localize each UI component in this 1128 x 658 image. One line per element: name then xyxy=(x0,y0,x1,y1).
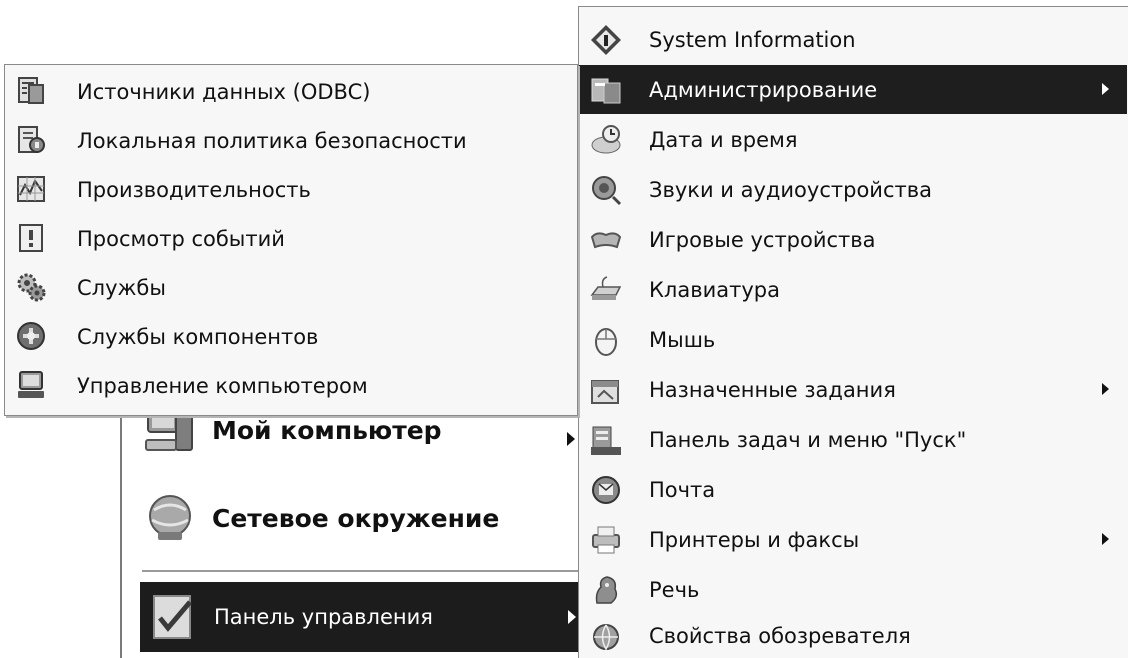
menu-item-services[interactable]: Службы xyxy=(5,263,575,312)
odbc-data-sources-icon xyxy=(18,77,44,104)
menu-item-label: Службы компонентов xyxy=(77,324,319,349)
menu-item-computer-management[interactable]: Управление компьютером xyxy=(5,361,575,410)
menu-item-event-viewer[interactable]: Просмотр событий xyxy=(5,214,575,263)
administration-icon xyxy=(591,78,621,104)
chevron-right-icon xyxy=(568,610,576,624)
menu-item-internet-options[interactable]: Свойства обозревателя xyxy=(579,611,1127,658)
start-menu-item-label: Мой компьютер xyxy=(212,415,442,445)
menu-item-odbc-data-sources[interactable]: Источники данных (ODBC) xyxy=(5,67,575,116)
control-panel-icon xyxy=(153,595,192,639)
menu-item-component-services[interactable]: Службы компонентов xyxy=(5,312,575,361)
control-panel-menu: System Information Администрирование Дат… xyxy=(578,6,1128,658)
keyboard-icon xyxy=(590,276,622,300)
menu-item-local-security-policy[interactable]: Локальная политика безопасности xyxy=(5,116,575,165)
menu-item-label: Администрирование xyxy=(649,77,878,102)
start-menu: Мой компьютер Сетевое окружение Панель у… xyxy=(120,380,642,658)
menu-item-label: Почта xyxy=(649,477,716,502)
chevron-right-icon xyxy=(567,432,575,446)
system-information-icon xyxy=(591,25,621,55)
network-places-icon xyxy=(149,495,191,540)
game-controllers-icon xyxy=(590,232,622,249)
chevron-right-icon xyxy=(1102,83,1109,95)
start-menu-item-label: Сетевое окружение xyxy=(212,503,500,533)
menu-item-printers-faxes[interactable]: Принтеры и факсы xyxy=(579,515,1127,564)
menu-item-label: Мышь xyxy=(649,327,716,352)
menu-item-performance[interactable]: Производительность xyxy=(5,165,575,214)
menu-item-game-controllers[interactable]: Игровые устройства xyxy=(579,215,1127,264)
menu-item-mail[interactable]: Почта xyxy=(579,465,1127,514)
menu-item-system-information[interactable]: System Information xyxy=(579,15,1127,64)
menu-item-sounds[interactable]: Звуки и аудиоустройства xyxy=(579,165,1127,214)
menu-item-label: Службы xyxy=(77,275,166,300)
start-menu-item-control-panel[interactable]: Панель управления xyxy=(140,582,580,652)
mail-icon xyxy=(592,476,620,504)
local-security-policy-icon xyxy=(18,126,45,153)
chevron-right-icon xyxy=(1102,383,1109,395)
start-menu-item-label: Панель управления xyxy=(214,605,433,629)
screen: Мой компьютер Сетевое окружение Панель у… xyxy=(0,0,1128,658)
divider xyxy=(142,570,582,572)
menu-item-label: Источники данных (ODBC) xyxy=(77,79,371,104)
performance-icon xyxy=(17,176,45,202)
menu-item-scheduled-tasks[interactable]: Назначенные задания xyxy=(579,365,1127,414)
menu-item-label: Локальная политика безопасности xyxy=(77,128,467,153)
taskbar-start-menu-icon xyxy=(591,426,621,455)
menu-item-label: Производительность xyxy=(77,177,311,202)
sounds-icon xyxy=(592,176,622,206)
menu-item-label: Панель задач и меню "Пуск" xyxy=(649,427,967,452)
menu-item-label: Управление компьютером xyxy=(77,373,368,398)
start-menu-item-control-panel-row: Панель управления xyxy=(146,590,433,644)
menu-item-label: Клавиатура xyxy=(649,277,780,302)
printers-faxes-icon xyxy=(592,526,620,554)
administration-menu: Источники данных (ODBC) Локальная полити… xyxy=(4,64,578,416)
menu-item-mouse[interactable]: Мышь xyxy=(579,315,1127,364)
start-menu-item-network-places[interactable]: Сетевое окружение xyxy=(142,490,499,546)
internet-options-icon xyxy=(593,624,619,651)
computer-management-icon xyxy=(18,371,44,398)
menu-item-label: Принтеры и факсы xyxy=(649,527,860,552)
menu-item-label: Свойства обозревателя xyxy=(649,623,911,648)
services-icon xyxy=(17,273,46,302)
component-services-icon xyxy=(17,322,45,350)
menu-item-label: Назначенные задания xyxy=(649,377,896,402)
event-viewer-icon xyxy=(19,224,43,252)
menu-item-speech[interactable]: Речь xyxy=(579,565,1127,614)
menu-item-administration[interactable]: Администрирование xyxy=(579,65,1127,114)
chevron-right-icon xyxy=(1102,533,1109,545)
menu-item-taskbar-start-menu[interactable]: Панель задач и меню "Пуск" xyxy=(579,415,1127,464)
menu-item-keyboard[interactable]: Клавиатура xyxy=(579,265,1127,314)
speech-icon xyxy=(595,576,618,604)
menu-item-label: Звуки и аудиоустройства xyxy=(649,177,932,202)
menu-item-label: Речь xyxy=(649,577,700,602)
menu-item-label: Просмотр событий xyxy=(77,226,285,251)
menu-item-date-time[interactable]: Дата и время xyxy=(579,115,1127,164)
date-time-icon xyxy=(591,125,621,154)
scheduled-tasks-icon xyxy=(591,380,619,404)
menu-item-label: Игровые устройства xyxy=(649,227,876,252)
menu-item-label: System Information xyxy=(649,27,856,52)
mouse-icon xyxy=(595,328,617,356)
menu-item-label: Дата и время xyxy=(649,127,798,152)
